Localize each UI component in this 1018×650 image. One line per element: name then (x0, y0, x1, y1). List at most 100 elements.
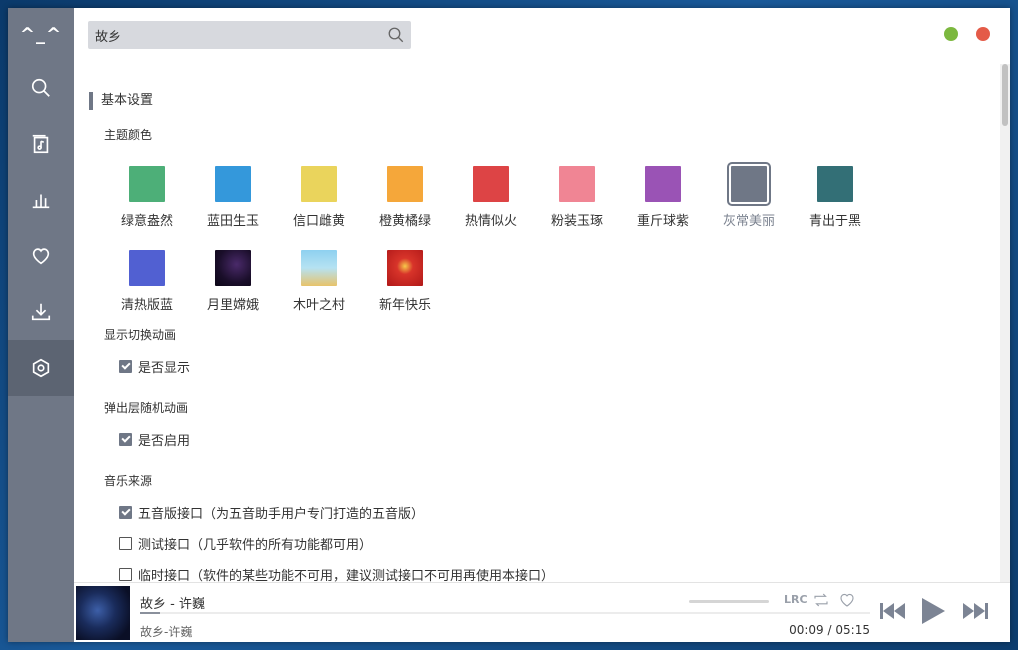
album-cover[interactable] (76, 586, 130, 640)
theme-swatch[interactable] (645, 166, 681, 202)
theme-name: 新年快乐 (378, 298, 431, 313)
music-source-label: 临时接口（软件的某些功能不可用，建议测试接口不可用再使用本接口） (138, 569, 555, 582)
scrollbar-thumb[interactable] (1002, 64, 1008, 126)
theme-option[interactable]: 月里嫦娥 (190, 250, 276, 313)
theme-option[interactable]: 青出于黑 (792, 166, 878, 229)
theme-name: 橙黄橘绿 (378, 214, 431, 229)
next-button[interactable] (962, 601, 988, 625)
play-button[interactable] (920, 597, 946, 629)
checkbox[interactable] (119, 433, 132, 446)
theme-name: 粉装玉琢 (550, 214, 603, 229)
song-title: 故乡 - 许巍 (140, 597, 205, 612)
volume-slider[interactable] (689, 600, 769, 603)
music-source-option[interactable]: 临时接口（软件的某些功能不可用，建议测试接口不可用再使用本接口） (119, 565, 554, 582)
theme-option[interactable]: 绿意盎然 (104, 166, 190, 229)
next-icon (963, 603, 988, 619)
popup-option-label: 是否启用 (138, 434, 191, 449)
popup-label: 弹出层随机动画 (104, 401, 189, 415)
app-logo: ^_^ (19, 23, 63, 45)
player-bar: 故乡 - 许巍 故乡-许巍 00:09 / 05:15 LRC (74, 582, 1010, 642)
checkbox[interactable] (119, 537, 132, 550)
theme-swatch[interactable] (559, 166, 595, 202)
popup-checkbox[interactable]: 是否启用 (119, 430, 190, 449)
theme-name: 重斤球紫 (636, 214, 689, 229)
theme-option[interactable]: 重斤球紫 (620, 166, 706, 229)
minimize-button[interactable] (944, 27, 958, 41)
search-icon (31, 78, 50, 97)
theme-swatch[interactable] (215, 250, 251, 286)
settings-content: 基本设置 主题颜色 绿意盎然 蓝田生玉 信口雌黄 橙黄橘绿 热情似火 粉装玉琢 重斤球紫 灰常… (74, 64, 1010, 582)
checkbox[interactable] (119, 506, 132, 519)
repeat-icon[interactable] (812, 591, 830, 609)
theme-swatch[interactable] (301, 250, 337, 286)
scrollbar[interactable] (1000, 64, 1010, 582)
theme-name: 绿意盎然 (120, 214, 173, 229)
sidebar-item-download[interactable] (8, 284, 74, 340)
music-source-option[interactable]: 五音版接口（为五音助手用户专门打造的五音版） (119, 503, 424, 522)
sidebar-item-playlist[interactable] (8, 116, 74, 172)
total-time: 05:15 (835, 623, 870, 637)
checkbox[interactable] (119, 568, 132, 581)
theme-swatch[interactable] (387, 250, 423, 286)
theme-option[interactable]: 热情似火 (448, 166, 534, 229)
theme-option[interactable]: 新年快乐 (362, 250, 448, 313)
theme-swatch[interactable] (301, 166, 337, 202)
chart-icon (32, 194, 50, 209)
theme-option[interactable]: 信口雌黄 (276, 166, 362, 229)
lyrics-button[interactable]: LRC (784, 593, 808, 606)
sidebar-item-search[interactable] (8, 60, 74, 116)
close-button[interactable] (976, 27, 990, 41)
theme-option[interactable]: 灰常美丽 (706, 162, 792, 229)
play-icon (922, 598, 945, 624)
theme-swatch[interactable] (129, 166, 165, 202)
music-source-label: 五音版接口（为五音助手用户专门打造的五音版） (138, 507, 425, 522)
time-separator: / (827, 623, 832, 637)
sidebar-item-charts[interactable] (8, 172, 74, 228)
animation-checkbox[interactable]: 是否显示 (119, 357, 190, 376)
animation-label: 显示切换动画 (104, 328, 177, 342)
theme-swatch[interactable] (817, 166, 853, 202)
previous-button[interactable] (880, 601, 906, 625)
animation-option-label: 是否显示 (138, 361, 191, 376)
theme-swatch[interactable] (387, 166, 423, 202)
theme-name: 月里嫦娥 (206, 298, 259, 313)
theme-option[interactable]: 木叶之村 (276, 250, 362, 313)
theme-name: 信口雌黄 (292, 214, 345, 229)
progress-fill (140, 612, 161, 614)
theme-option[interactable]: 清热版蓝 (104, 250, 190, 313)
song-subtitle: 故乡-许巍 (140, 625, 193, 639)
heart-icon[interactable] (838, 591, 856, 609)
music-source-option[interactable]: 测试接口（几乎软件的所有功能都可用） (119, 534, 372, 553)
theme-option[interactable]: 橙黄橘绿 (362, 166, 448, 229)
theme-option[interactable]: 蓝田生玉 (190, 166, 276, 229)
main-panel: 基本设置 主题颜色 绿意盎然 蓝田生玉 信口雌黄 橙黄橘绿 热情似火 粉装玉琢 重斤球紫 灰常… (74, 8, 1010, 642)
progress-bar[interactable] (140, 612, 870, 614)
theme-swatch[interactable] (727, 162, 771, 206)
time-display: 00:09 / 05:15 (789, 623, 870, 637)
music-list-icon (32, 134, 49, 154)
search-input[interactable] (88, 27, 387, 43)
app-window: ^_^ 基本设置 主题颜色 绿意盎然蓝田生玉信口雌黄橙黄橘绿热情 (8, 8, 1010, 642)
music-source-label: 测试接口（几乎软件的所有功能都可用） (138, 538, 373, 553)
theme-swatch[interactable] (215, 166, 251, 202)
sidebar-item-settings[interactable] (8, 340, 74, 396)
theme-name: 灰常美丽 (722, 214, 775, 229)
theme-name: 木叶之村 (292, 298, 345, 313)
theme-name: 清热版蓝 (120, 298, 173, 313)
theme-color-label: 主题颜色 (104, 128, 153, 142)
search-bar (88, 21, 411, 49)
download-icon (31, 303, 51, 321)
checkbox[interactable] (119, 360, 132, 373)
sidebar: ^_^ (8, 8, 74, 642)
theme-option[interactable]: 粉装玉琢 (534, 166, 620, 229)
section-title: 基本设置 (89, 92, 153, 110)
music-source-label: 音乐来源 (104, 474, 153, 488)
theme-swatch[interactable] (473, 166, 509, 202)
search-icon[interactable] (387, 26, 405, 44)
theme-name: 热情似火 (464, 214, 517, 229)
sidebar-item-favorites[interactable] (8, 228, 74, 284)
current-time: 00:09 (789, 623, 824, 637)
theme-swatch[interactable] (129, 250, 165, 286)
heart-icon (32, 248, 50, 265)
theme-name: 青出于黑 (808, 214, 861, 229)
